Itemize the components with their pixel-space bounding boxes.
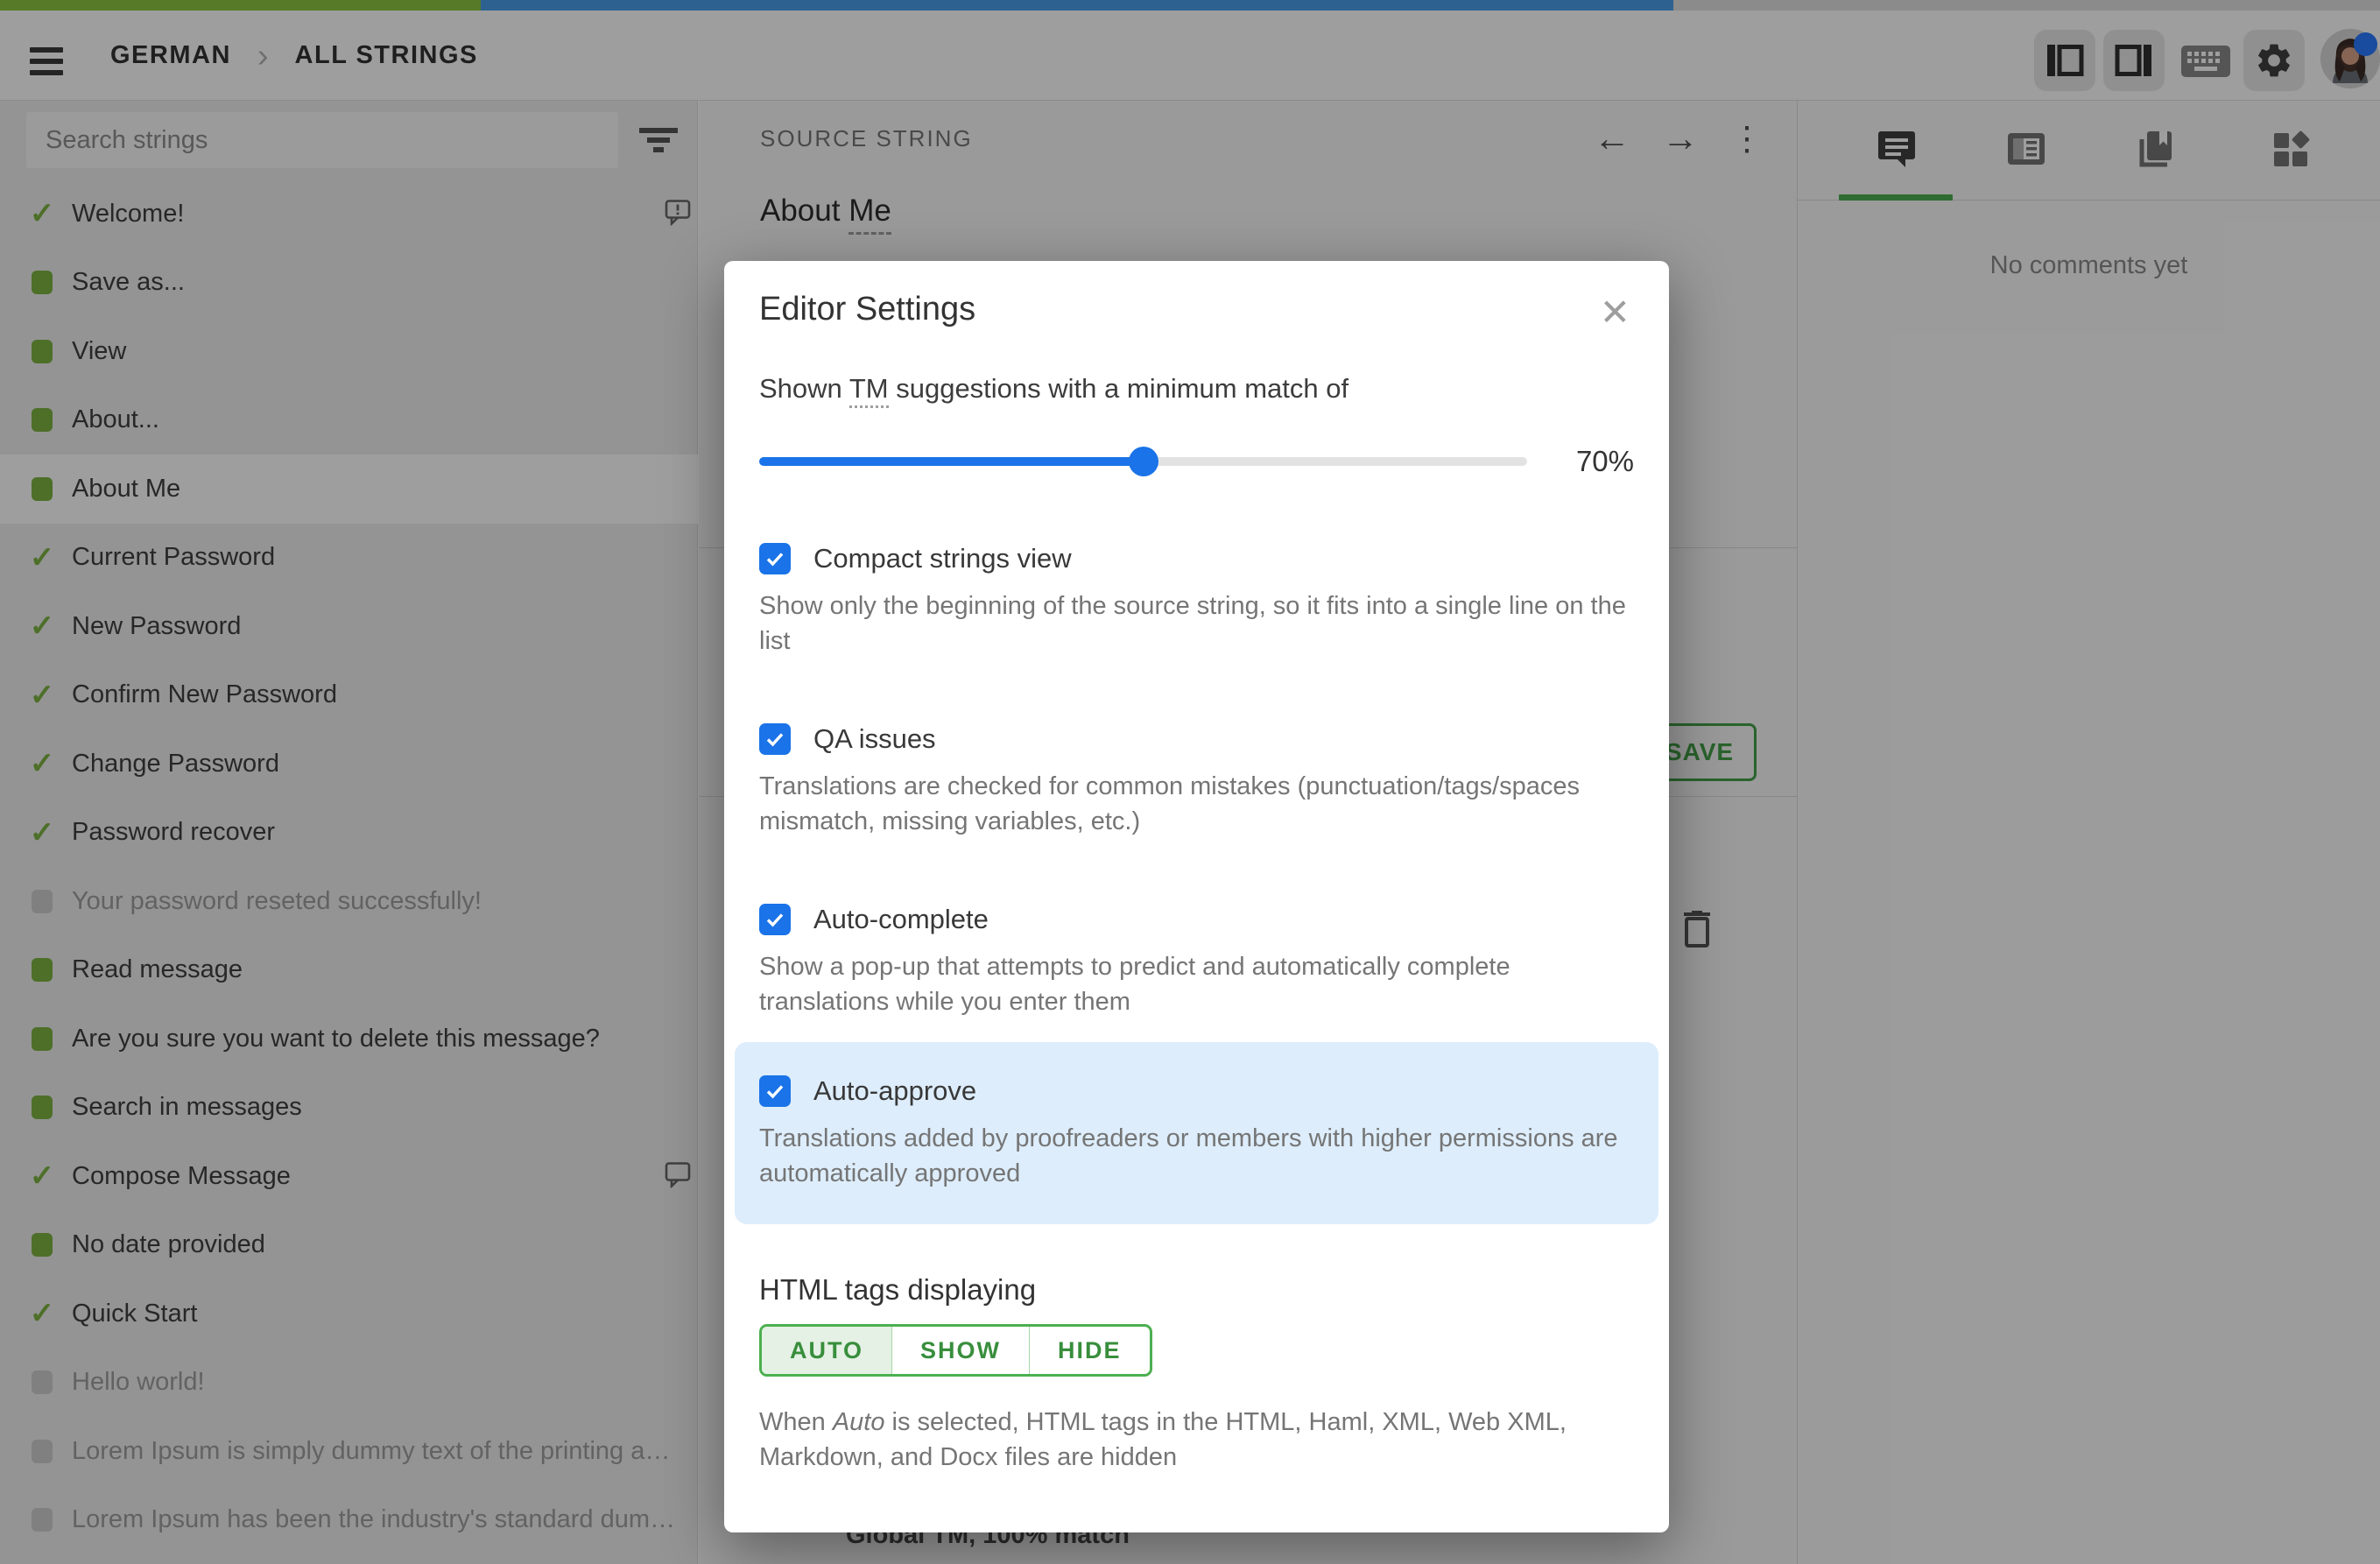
slider-value: 70% bbox=[1575, 445, 1634, 477]
html-tags-description: When Auto is selected, HTML tags in the … bbox=[759, 1408, 1567, 1471]
check-icon bbox=[766, 1085, 784, 1099]
check-icon bbox=[766, 733, 784, 747]
setting-label[interactable]: Compact strings view bbox=[813, 543, 1072, 574]
html-tags-heading: HTML tags displaying bbox=[759, 1273, 1037, 1306]
html-tags-option-auto[interactable]: AUTO bbox=[762, 1327, 892, 1374]
close-icon[interactable]: ✕ bbox=[1596, 291, 1634, 335]
setting-auto-approve: Auto-approve Translations added by proof… bbox=[735, 1042, 1658, 1224]
setting-description: Translations added by proofreaders or me… bbox=[759, 1124, 1618, 1187]
setting-auto-complete: Auto-complete Show a pop-up that attempt… bbox=[759, 904, 1634, 1019]
setting-label[interactable]: Auto-complete bbox=[813, 904, 989, 935]
tm-threshold-label: Shown TM suggestions with a minimum matc… bbox=[759, 373, 1634, 408]
check-icon bbox=[766, 553, 784, 567]
editor-screen: GERMAN › ALL STRINGS Search strings ✓ We… bbox=[0, 0, 2380, 1564]
slider-thumb[interactable] bbox=[1128, 447, 1158, 476]
save-button[interactable]: SAVE bbox=[1360, 1555, 1445, 1564]
slider-fill bbox=[759, 457, 1144, 466]
cancel-button[interactable]: CANCEL bbox=[1506, 1555, 1634, 1564]
checkbox-qa-issues[interactable] bbox=[759, 723, 791, 755]
setting-description: Show a pop-up that attempts to predict a… bbox=[759, 953, 1510, 1016]
setting-compact-strings: Compact strings view Show only the begin… bbox=[759, 543, 1634, 659]
check-icon bbox=[766, 913, 784, 927]
checkbox-compact-strings[interactable] bbox=[759, 543, 791, 574]
html-tags-toggle: AUTO SHOW HIDE bbox=[759, 1324, 1152, 1377]
modal-title: Editor Settings bbox=[759, 291, 976, 328]
setting-qa-issues: QA issues Translations are checked for c… bbox=[759, 723, 1634, 839]
setting-label[interactable]: QA issues bbox=[813, 723, 936, 755]
editor-settings-modal: Editor Settings ✕ Shown TM suggestions w… bbox=[724, 261, 1669, 1532]
tm-abbr: TM bbox=[848, 373, 889, 408]
setting-label[interactable]: Auto-approve bbox=[813, 1075, 976, 1107]
html-tags-option-show[interactable]: SHOW bbox=[891, 1327, 1029, 1374]
tm-match-slider[interactable] bbox=[759, 447, 1527, 476]
setting-description: Show only the beginning of the source st… bbox=[759, 592, 1626, 655]
checkbox-auto-complete[interactable] bbox=[759, 904, 791, 935]
setting-description: Translations are checked for common mist… bbox=[759, 772, 1581, 835]
html-tags-option-hide[interactable]: HIDE bbox=[1029, 1327, 1150, 1374]
checkbox-auto-approve[interactable] bbox=[759, 1075, 791, 1107]
